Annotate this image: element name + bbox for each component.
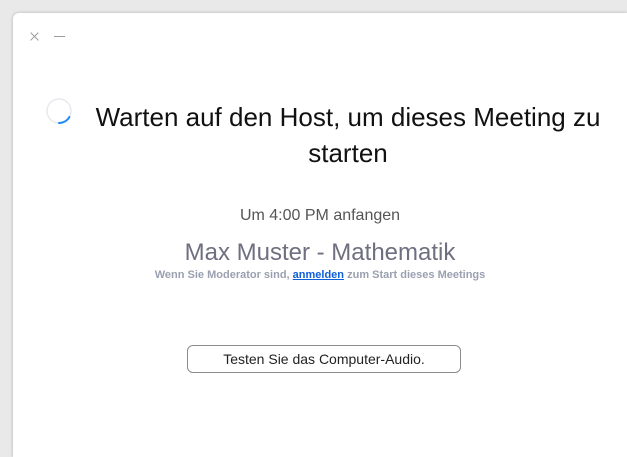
moderator-note: Wenn Sie Moderator sind, anmelden zum St…: [13, 269, 627, 281]
waiting-room-window: Warten auf den Host, um dieses Meeting z…: [13, 13, 627, 457]
moderator-note-suffix: zum Start dieses Meetings: [347, 269, 486, 281]
waiting-title: Warten auf den Host, um dieses Meeting z…: [95, 102, 601, 168]
test-computer-audio-button[interactable]: Testen Sie das Computer-Audio.: [187, 345, 461, 373]
window-controls: [28, 30, 67, 44]
sign-in-link[interactable]: anmelden: [293, 269, 344, 281]
start-time: Um 4:00 PM anfangen: [239, 207, 401, 224]
minimize-icon[interactable]: [53, 30, 67, 44]
meeting-name: Max Muster - Mathematik: [184, 239, 456, 266]
close-icon[interactable]: [28, 30, 42, 44]
moderator-note-prefix: Wenn Sie Moderator sind,: [154, 269, 290, 281]
